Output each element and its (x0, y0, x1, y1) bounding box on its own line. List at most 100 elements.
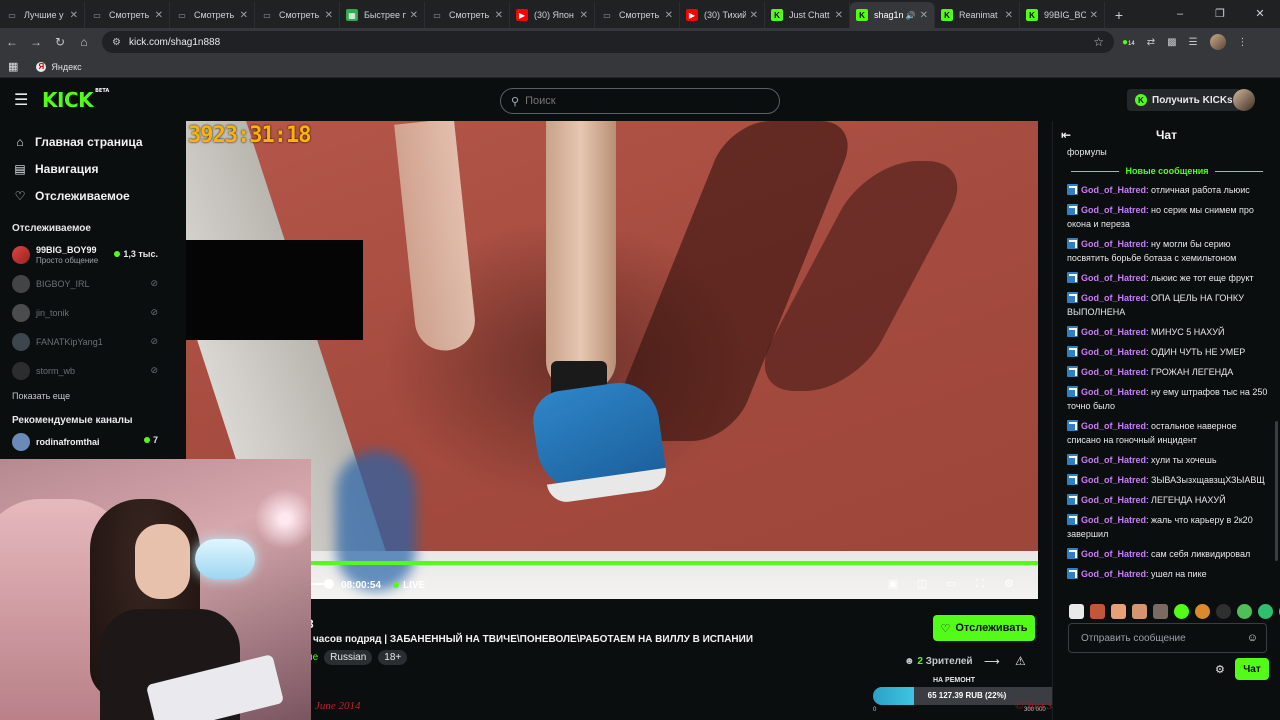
browser-tab[interactable]: K 99BIG_BO ✕ (1020, 2, 1105, 28)
subscriber-badge-icon[interactable] (1067, 420, 1078, 431)
browser-tab[interactable]: ▭ Смотреть ✕ (170, 2, 255, 28)
channel-item-rodinafromthai[interactable]: rodinafromthai 7 (0, 432, 170, 452)
chat-input[interactable]: Отправить сообщение ☺ (1068, 623, 1267, 653)
chat-username[interactable]: God_of_Hatred (1081, 515, 1146, 525)
apps-icon[interactable]: ▦ (8, 60, 18, 73)
show-more-link[interactable]: Показать еще (0, 391, 170, 401)
sidebar-item-following[interactable]: ♡ Отслеживаемое (0, 182, 170, 209)
subscriber-badge-icon[interactable] (1067, 386, 1078, 397)
browser-tab[interactable]: Kshag1n 🔊 ✕ (850, 2, 935, 28)
chat-username[interactable]: God_of_Hatred (1081, 239, 1146, 249)
menu-icon[interactable]: ⋮ (1238, 37, 1248, 48)
emote-icon[interactable] (1237, 604, 1252, 619)
tab-close-icon[interactable]: ✕ (410, 10, 418, 21)
emoji-picker-icon[interactable]: ☺ (1247, 632, 1258, 644)
tag-language[interactable]: Russian (324, 650, 373, 665)
chat-settings-gear-icon[interactable]: ⚙ (1215, 663, 1225, 676)
subscriber-badge-icon[interactable] (1067, 184, 1078, 195)
chat-username[interactable]: God_of_Hatred (1081, 387, 1146, 397)
chat-username[interactable]: God_of_Hatred (1081, 293, 1146, 303)
translate-icon[interactable]: ⇄ (1147, 37, 1155, 48)
hamburger-menu-icon[interactable]: ☰ (14, 90, 36, 110)
chat-username[interactable]: God_of_Hatred (1081, 185, 1146, 195)
settings-gear-icon[interactable]: ⚙ (1002, 577, 1016, 591)
follow-button[interactable]: ♡ Отслеживать (933, 615, 1035, 641)
chat-username[interactable]: God_of_Hatred (1081, 327, 1146, 337)
subscriber-badge-icon[interactable] (1067, 514, 1078, 525)
video-player[interactable]: 3923:31:18 08:00:54 LIVE ▣ ◫ ▭ ⛶ ⚙ (186, 121, 1038, 599)
tab-close-icon[interactable]: ✕ (750, 10, 758, 21)
channel-item-storm_wb[interactable]: storm_wb ⊘ (0, 356, 170, 385)
emote-icon[interactable] (1090, 604, 1105, 619)
chat-send-button[interactable]: Чат (1235, 658, 1269, 680)
extension-badge-icon[interactable]: ●14 (1122, 37, 1135, 48)
subscriber-badge-icon[interactable] (1067, 272, 1078, 283)
home-browser-icon[interactable]: ⌂ (72, 35, 96, 49)
progress-bar[interactable] (186, 561, 1038, 565)
bookmark-star-icon[interactable]: ☆ (1093, 35, 1104, 49)
live-indicator[interactable]: LIVE (393, 580, 425, 591)
tab-close-icon[interactable]: ✕ (920, 10, 928, 21)
browser-tab[interactable]: ▭ Смотреть ✕ (425, 2, 510, 28)
chat-username[interactable]: God_of_Hatred (1081, 421, 1146, 431)
collapse-chat-icon[interactable]: ⇤ (1061, 128, 1071, 142)
chat-username[interactable]: God_of_Hatred (1081, 455, 1146, 465)
search-input[interactable] (525, 95, 756, 107)
tab-close-icon[interactable]: ✕ (1005, 10, 1013, 21)
get-kicks-button[interactable]: K Получить KICKs (1127, 89, 1241, 111)
tab-close-icon[interactable]: ✕ (1090, 10, 1098, 21)
report-warning-icon[interactable]: ⚠ (1015, 654, 1026, 668)
subscriber-badge-icon[interactable] (1067, 326, 1078, 337)
tab-close-icon[interactable]: ✕ (580, 10, 588, 21)
clip-icon[interactable]: ◫ (915, 577, 929, 591)
chat-username[interactable]: God_of_Hatred (1081, 205, 1146, 215)
volume-knob[interactable] (324, 579, 334, 589)
emote-icon[interactable] (1195, 604, 1210, 619)
chat-username[interactable]: God_of_Hatred (1081, 475, 1146, 485)
subscriber-badge-icon[interactable] (1067, 568, 1078, 579)
browser-tab[interactable]: ▭ Смотреть ✕ (255, 2, 340, 28)
tab-close-icon[interactable]: ✕ (240, 10, 248, 21)
site-info-icon[interactable]: ⚙ (112, 37, 121, 48)
kick-logo[interactable]: KICK BETA (42, 88, 109, 112)
chat-scrollbar[interactable] (1275, 421, 1278, 561)
new-messages-divider[interactable]: Новые сообщения (1053, 162, 1280, 180)
subscriber-badge-icon[interactable] (1067, 204, 1078, 215)
emote-icon[interactable] (1132, 604, 1147, 619)
fullscreen-icon[interactable]: ⛶ (973, 577, 987, 591)
chat-username[interactable]: God_of_Hatred (1081, 347, 1146, 357)
bookmark-yandex[interactable]: Я Яндекс (36, 61, 82, 72)
emote-icon[interactable] (1258, 604, 1273, 619)
channel-item-99big_boy99[interactable]: 99BIG_BOY99 Просто общение 1,3 тыс. (0, 240, 170, 269)
channel-item-jin_tonik[interactable]: jin_tonik ⊘ (0, 298, 170, 327)
sidebar-item-browse[interactable]: ▤ Навигация (0, 155, 170, 182)
minimize-icon[interactable]: – (1160, 0, 1200, 28)
browser-tab[interactable]: K Reanimat ✕ (935, 2, 1020, 28)
miniplayer-icon[interactable]: ▣ (886, 577, 900, 591)
browser-tab[interactable]: K Just Chatt ✕ (765, 2, 850, 28)
emote-icon[interactable] (1174, 604, 1189, 619)
profile-avatar[interactable] (1209, 34, 1226, 50)
browser-tab[interactable]: ▭ Смотреть ✕ (595, 2, 680, 28)
sidebar-item-home[interactable]: ⌂ Главная страница (0, 128, 170, 155)
chat-username[interactable]: God_of_Hatred (1081, 367, 1146, 377)
browser-tab[interactable]: ▭ Смотреть ✕ (85, 2, 170, 28)
subscriber-badge-icon[interactable] (1067, 366, 1078, 377)
chat-username[interactable]: God_of_Hatred (1081, 495, 1146, 505)
reload-icon[interactable]: ↻ (48, 35, 72, 49)
browser-tab[interactable]: ▭ Лучшие у ✕ (0, 2, 85, 28)
restore-icon[interactable]: ❐ (1200, 0, 1240, 28)
emote-icon[interactable] (1069, 604, 1084, 619)
emote-icon[interactable] (1111, 604, 1126, 619)
tab-close-icon[interactable]: ✕ (495, 10, 503, 21)
address-bar[interactable]: ⚙ kick.com/shag1n888 ☆ (102, 31, 1114, 53)
chat-username[interactable]: God_of_Hatred (1081, 273, 1146, 283)
tab-close-icon[interactable]: ✕ (325, 10, 333, 21)
chat-username[interactable]: God_of_Hatred (1081, 569, 1146, 579)
tab-close-icon[interactable]: ✕ (835, 10, 843, 21)
subscriber-badge-icon[interactable] (1067, 494, 1078, 505)
back-icon[interactable]: ← (0, 35, 24, 49)
extensions-icon[interactable]: ▩ (1167, 37, 1176, 48)
channel-item-fanatkipyang1[interactable]: FANATKipYang1 ⊘ (0, 327, 170, 356)
subscriber-badge-icon[interactable] (1067, 238, 1078, 249)
